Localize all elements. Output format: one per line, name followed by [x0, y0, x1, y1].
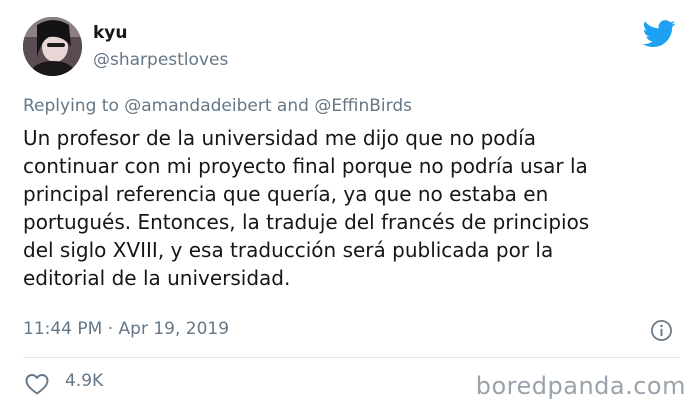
author-handle[interactable]: @sharpestloves: [93, 50, 228, 70]
like-count: 4.9K: [65, 371, 104, 391]
author-name[interactable]: kyu: [93, 23, 128, 43]
mention-amandadeibert[interactable]: @amandadeibert: [124, 96, 271, 116]
tweet-time: 11:44 PM: [23, 319, 103, 339]
tweet-timestamp[interactable]: 11:44 PM · Apr 19, 2019: [23, 319, 229, 339]
twitter-bird-icon[interactable]: [643, 17, 676, 50]
tweet-date: Apr 19, 2019: [118, 319, 230, 339]
tweet-text: Un profesor de la universidad me dijo qu…: [23, 126, 590, 290]
timestamp-separator: ·: [107, 319, 114, 339]
divider: [23, 357, 680, 358]
reply-joiner: and: [276, 96, 309, 116]
heart-icon[interactable]: [25, 373, 49, 395]
avatar[interactable]: [23, 17, 82, 76]
boredpanda-watermark: boredpanda.com: [475, 372, 686, 400]
replying-to-line: Replying to @amandadeibert and @EffinBir…: [23, 96, 412, 116]
mention-effinbirds[interactable]: @EffinBirds: [314, 96, 412, 116]
reply-prefix: Replying to: [23, 96, 119, 116]
avatar-photo: [23, 17, 82, 76]
info-icon[interactable]: [650, 319, 673, 342]
